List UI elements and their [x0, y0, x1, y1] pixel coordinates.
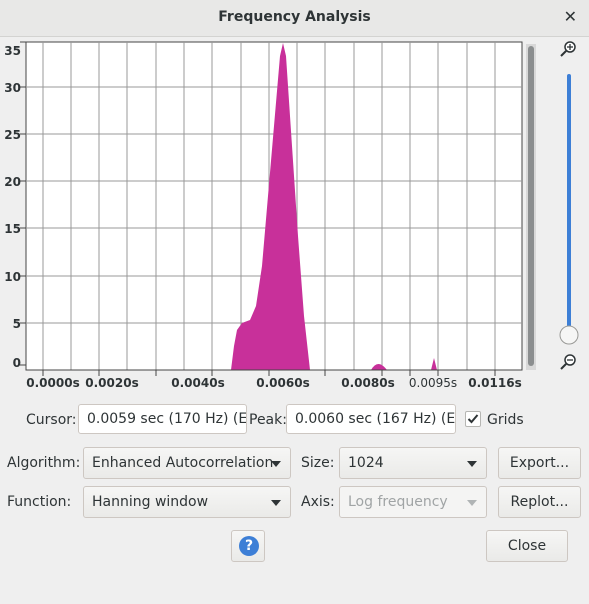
- replot-button[interactable]: Replot...: [498, 486, 581, 518]
- peak-label: Peak:: [249, 412, 287, 428]
- y-tick-label: 30: [4, 81, 21, 95]
- help-button[interactable]: ?: [231, 530, 265, 562]
- y-tick-label: 0: [13, 356, 21, 370]
- y-axis: 35 30 25 20 15 10 5 0: [4, 41, 26, 370]
- chevron-down-icon: [467, 461, 477, 467]
- close-button[interactable]: Close: [486, 530, 568, 562]
- x-axis: 0.0000s 0.0020s 0.0040s 0.0060s 0.0080s …: [26, 369, 522, 390]
- cursor-field[interactable]: 0.0059 sec (170 Hz) (E3): [78, 404, 247, 434]
- x-tick-label: 0.0020s: [85, 376, 138, 390]
- chevron-down-icon: [271, 500, 281, 506]
- close-window-icon[interactable]: ✕: [564, 7, 577, 26]
- size-value: 1024: [348, 455, 384, 471]
- grids-checkbox[interactable]: [465, 411, 481, 427]
- y-tick-label: 20: [4, 175, 21, 189]
- zoom-out-icon[interactable]: [560, 354, 576, 370]
- title-bar: Frequency Analysis ✕: [0, 0, 589, 37]
- size-label: Size:: [301, 455, 335, 471]
- x-tick-label: 0.0116s: [468, 376, 521, 390]
- zoom-slider[interactable]: [559, 74, 579, 345]
- peak-field[interactable]: 0.0060 sec (167 Hz) (E3): [286, 404, 456, 434]
- y-tick-label: 5: [13, 317, 21, 331]
- chevron-down-icon: [271, 461, 281, 467]
- export-button[interactable]: Export...: [498, 447, 581, 479]
- cursor-label: Cursor:: [26, 412, 77, 428]
- check-icon: [467, 414, 479, 424]
- zoom-in-icon[interactable]: [560, 41, 576, 57]
- grids-label: Grids: [487, 412, 524, 428]
- zoom-control: [559, 41, 579, 370]
- plot-vertical-scrollbar[interactable]: [526, 44, 536, 370]
- chevron-down-icon: [467, 500, 477, 506]
- function-label: Function:: [7, 494, 72, 510]
- function-dropdown[interactable]: Hanning window: [83, 486, 291, 518]
- y-tick-label: 10: [4, 270, 21, 284]
- axis-label: Axis:: [301, 494, 335, 510]
- algorithm-value: Enhanced Autocorrelation: [92, 455, 274, 471]
- x-tick-label: 0.0060s: [256, 376, 309, 390]
- y-tick-label: 15: [4, 222, 21, 236]
- axis-value: Log frequency: [348, 494, 448, 510]
- window-title: Frequency Analysis: [218, 9, 371, 25]
- axis-dropdown: Log frequency: [339, 486, 487, 518]
- algorithm-label: Algorithm:: [7, 455, 81, 471]
- algorithm-dropdown[interactable]: Enhanced Autocorrelation: [83, 447, 291, 479]
- size-dropdown[interactable]: 1024: [339, 447, 487, 479]
- x-tick-label: 0.0000s: [26, 376, 79, 390]
- frequency-plot[interactable]: 35 30 25 20 15 10 5 0 0.0000s 0.0020s 0.…: [0, 36, 530, 396]
- function-value: Hanning window: [92, 494, 209, 510]
- x-tick-label: 0.0080s: [341, 376, 394, 390]
- scrollbar-thumb[interactable]: [528, 46, 534, 366]
- x-tick-label: 0.0040s: [171, 376, 224, 390]
- y-tick-label: 35: [4, 44, 21, 58]
- help-icon: ?: [239, 536, 259, 556]
- x-tick-label: 0.0095s: [409, 376, 457, 390]
- y-tick-label: 25: [4, 128, 21, 142]
